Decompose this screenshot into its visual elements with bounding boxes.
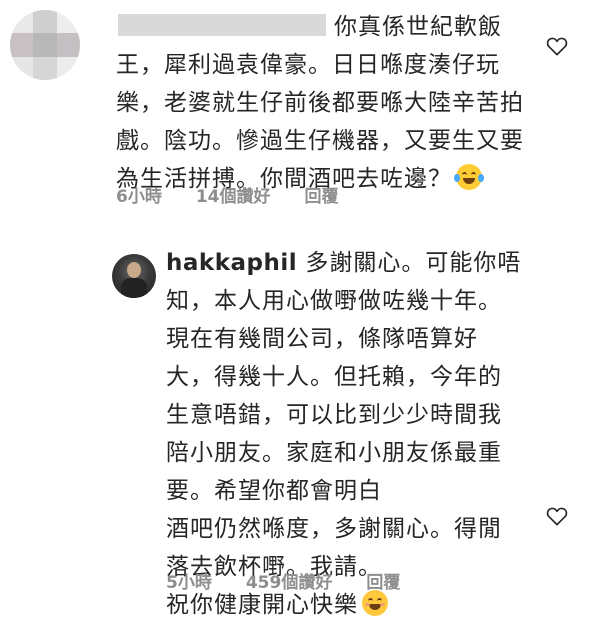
reply-button[interactable]: 回覆	[305, 187, 339, 207]
user-avatar[interactable]	[112, 254, 156, 298]
comment-timestamp[interactable]: 6小時	[116, 187, 162, 207]
face-with-tears-of-joy-icon	[454, 164, 484, 190]
heart-outline-icon[interactable]	[546, 506, 568, 526]
reply-text: hakkaphil 多謝關心。可能你唔 知，本人用心做嘢做咗幾十年。 現在有幾間…	[166, 250, 522, 618]
smiling-face-icon	[362, 590, 388, 616]
comment-text: 你真係世紀軟飯 王，犀利過袁偉豪。日日喺度湊仔玩 樂，老婆就生仔前後都要喺大陸辛…	[116, 14, 524, 192]
blurred-avatar[interactable]	[10, 10, 80, 80]
reply-username[interactable]: hakkaphil	[166, 250, 297, 276]
reply-timestamp[interactable]: 5小時	[166, 573, 212, 593]
comment-1: 你真係世紀軟飯 王，犀利過袁偉豪。日日喺度湊仔玩 樂，老婆就生仔前後都要喺大陸辛…	[0, 0, 601, 220]
reply-likes[interactable]: 459個讚好	[246, 573, 333, 593]
heart-outline-icon[interactable]	[546, 36, 568, 56]
comment-2-reply: hakkaphil 多謝關心。可能你唔 知，本人用心做嘢做咗幾十年。 現在有幾間…	[0, 238, 601, 618]
comment-likes[interactable]: 14個讚好	[196, 187, 271, 207]
reply-button[interactable]: 回覆	[366, 573, 400, 593]
comment-meta: 6小時 14個讚好 回覆	[116, 182, 373, 207]
reply-meta: 5小時 459個讚好 回覆	[166, 568, 434, 593]
